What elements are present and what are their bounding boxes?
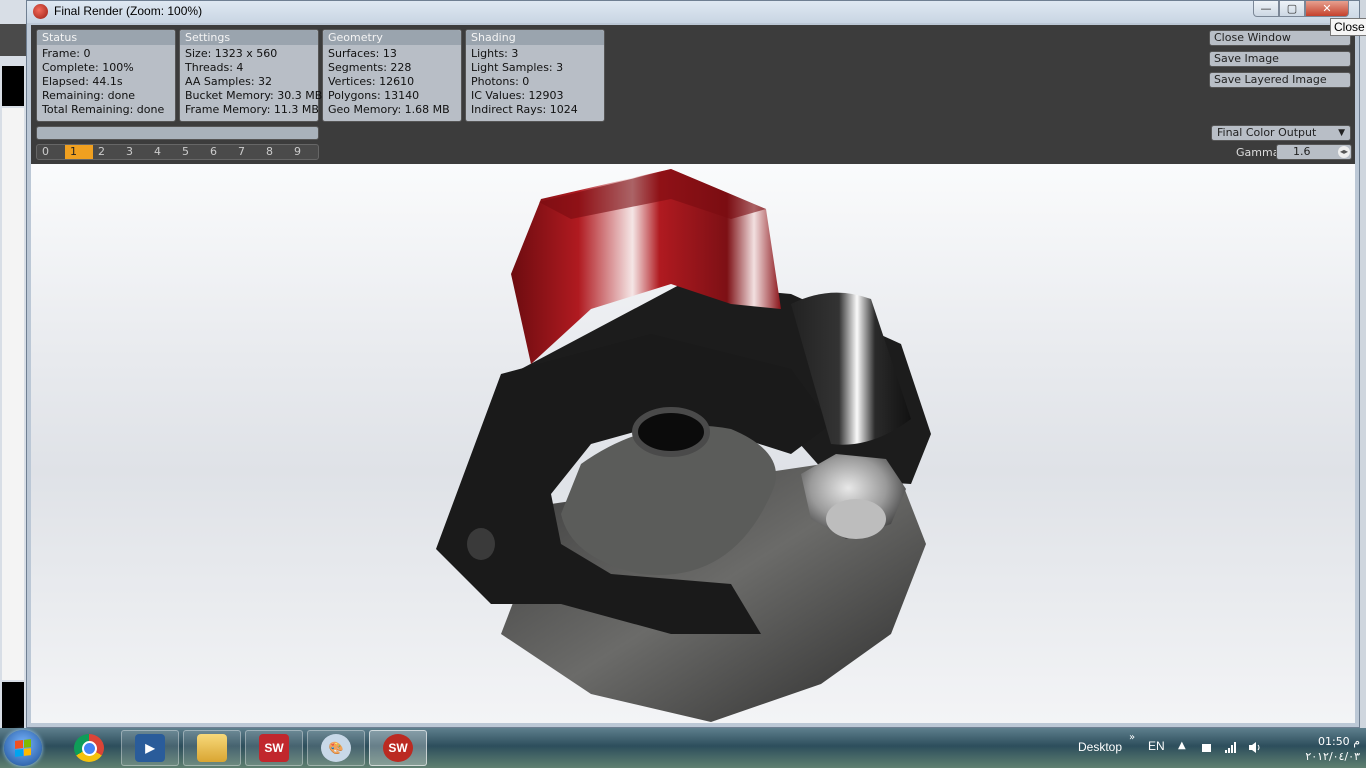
- settings-threads: Threads: 4: [185, 61, 244, 74]
- status-header: Status: [37, 30, 175, 45]
- chrome-icon: [74, 734, 104, 762]
- taskbar-explorer[interactable]: [183, 730, 241, 766]
- render-viewport: [31, 164, 1355, 723]
- render-slot-selector: 0 1 2 3 4 5 6 7 8 9: [36, 144, 319, 160]
- shading-header: Shading: [466, 30, 604, 45]
- gamma-value: 1.6: [1293, 145, 1311, 158]
- chevron-down-icon: ▼: [1338, 128, 1345, 138]
- maximize-button[interactable]: ▢: [1279, 1, 1305, 17]
- save-image-button[interactable]: Save Image: [1209, 51, 1351, 67]
- network-icon[interactable]: [1224, 741, 1237, 754]
- slot-8[interactable]: 8: [261, 145, 289, 159]
- folder-icon: [197, 734, 227, 762]
- taskbar-photoview[interactable]: SW: [369, 730, 427, 766]
- status-group: Status Frame: 0 Complete: 100% Elapsed: …: [36, 29, 176, 122]
- action-center-icon[interactable]: [1200, 741, 1213, 754]
- tray-time: 01:50 م: [1317, 735, 1360, 748]
- settings-header: Settings: [180, 30, 318, 45]
- settings-group: Settings Size: 1323 x 560 Threads: 4 AA …: [179, 29, 323, 122]
- photoview-icon: SW: [383, 734, 413, 762]
- status-elapsed: Elapsed: 44.1s: [42, 75, 123, 88]
- output-select-value: Final Color Output: [1217, 126, 1317, 139]
- geometry-header: Geometry: [323, 30, 461, 45]
- slot-6[interactable]: 6: [205, 145, 233, 159]
- media-player-icon: ▶: [135, 734, 165, 762]
- status-remaining: Remaining: done: [42, 89, 136, 102]
- shading-group: Shading Lights: 3 Light Samples: 3 Photo…: [465, 29, 605, 122]
- slot-2[interactable]: 2: [93, 145, 121, 159]
- slot-7[interactable]: 7: [233, 145, 261, 159]
- gamma-label: Gamma: [1236, 146, 1280, 159]
- close-button[interactable]: ✕: [1305, 1, 1349, 17]
- settings-frame-memory: Frame Memory: 11.3 MB: [185, 103, 319, 116]
- save-layered-image-button[interactable]: Save Layered Image: [1209, 72, 1351, 88]
- clamp-hole-shape: [632, 407, 710, 457]
- title-bar[interactable]: Final Render (Zoom: 100%) — ▢ ✕: [27, 1, 1359, 23]
- gamma-input[interactable]: 1.6 ◂▸: [1276, 144, 1352, 160]
- close-tooltip: Close: [1330, 18, 1366, 36]
- geometry-group: Geometry Surfaces: 13 Segments: 228 Vert…: [322, 29, 462, 122]
- render-info-panel: Status Frame: 0 Complete: 100% Elapsed: …: [31, 25, 1355, 164]
- slot-0[interactable]: 0: [37, 145, 65, 159]
- status-total-remaining: Total Remaining: done: [42, 103, 165, 116]
- geometry-surfaces: Surfaces: 13: [328, 47, 397, 60]
- mounting-hole-shape: [467, 528, 495, 560]
- slot-4[interactable]: 4: [149, 145, 177, 159]
- volume-icon[interactable]: [1248, 741, 1261, 754]
- maximize-icon: ▢: [1286, 2, 1298, 15]
- desktop-screen: Final Render (Zoom: 100%) — ▢ ✕ Status F…: [0, 0, 1366, 768]
- window-title: Final Render (Zoom: 100%): [54, 4, 203, 18]
- final-render-window: Final Render (Zoom: 100%) — ▢ ✕ Status F…: [26, 0, 1360, 728]
- show-hidden-icons-icon[interactable]: ▲: [1178, 740, 1186, 751]
- taskbar-chrome[interactable]: [60, 730, 118, 766]
- desktop-toolbar-label[interactable]: Desktop: [1078, 740, 1122, 754]
- geometry-polygons: Polygons: 13140: [328, 89, 420, 102]
- language-indicator[interactable]: EN: [1148, 739, 1165, 753]
- shading-ic-values: IC Values: 12903: [471, 89, 564, 102]
- render-progress-bar: [36, 126, 319, 140]
- gamma-slider-knob-icon[interactable]: ◂▸: [1338, 146, 1350, 158]
- photoview-app-icon: [33, 4, 48, 19]
- bolt-end-shape: [826, 499, 886, 539]
- settings-aa-samples: AA Samples: 32: [185, 75, 273, 88]
- settings-bucket-memory: Bucket Memory: 30.3 MB: [185, 89, 323, 102]
- slot-3[interactable]: 3: [121, 145, 149, 159]
- tray-date: ٢٠١٢/٠٤/٠٣: [1305, 750, 1360, 763]
- taskbar-media-player[interactable]: ▶: [121, 730, 179, 766]
- minimize-icon: —: [1260, 2, 1272, 15]
- status-frame: Frame: 0: [42, 47, 91, 60]
- shading-photons: Photons: 0: [471, 75, 530, 88]
- geometry-geo-memory: Geo Memory: 1.68 MB: [328, 103, 450, 116]
- toolbar-chevron-icon[interactable]: »: [1129, 732, 1135, 743]
- settings-size: Size: 1323 x 560: [185, 47, 278, 60]
- shading-lights: Lights: 3: [471, 47, 519, 60]
- start-button[interactable]: [4, 730, 42, 766]
- solidworks-icon: SW: [259, 734, 289, 762]
- paint-icon: 🎨: [321, 734, 351, 762]
- slot-5[interactable]: 5: [177, 145, 205, 159]
- close-icon: ✕: [1322, 2, 1332, 15]
- shading-light-samples: Light Samples: 3: [471, 61, 564, 74]
- taskbar-paint[interactable]: 🎨: [307, 730, 365, 766]
- start-icon: [15, 739, 31, 757]
- taskbar: ▶ SW 🎨 SW Desktop » EN ▲ 01:50 م ٢٠١٢/٠٤…: [0, 728, 1366, 768]
- output-select-dropdown[interactable]: Final Color Output ▼: [1211, 125, 1351, 141]
- tray-clock[interactable]: 01:50 م ٢٠١٢/٠٤/٠٣: [1284, 734, 1360, 764]
- slot-1[interactable]: 1: [65, 145, 93, 159]
- status-complete: Complete: 100%: [42, 61, 134, 74]
- shading-indirect-rays: Indirect Rays: 1024: [471, 103, 578, 116]
- slot-9[interactable]: 9: [289, 145, 317, 159]
- geometry-vertices: Vertices: 12610: [328, 75, 415, 88]
- taskbar-solidworks[interactable]: SW: [245, 730, 303, 766]
- geometry-segments: Segments: 228: [328, 61, 412, 74]
- minimize-button[interactable]: —: [1253, 1, 1279, 17]
- rendered-clamp-image: [436, 169, 931, 722]
- background-window-left: [0, 0, 28, 728]
